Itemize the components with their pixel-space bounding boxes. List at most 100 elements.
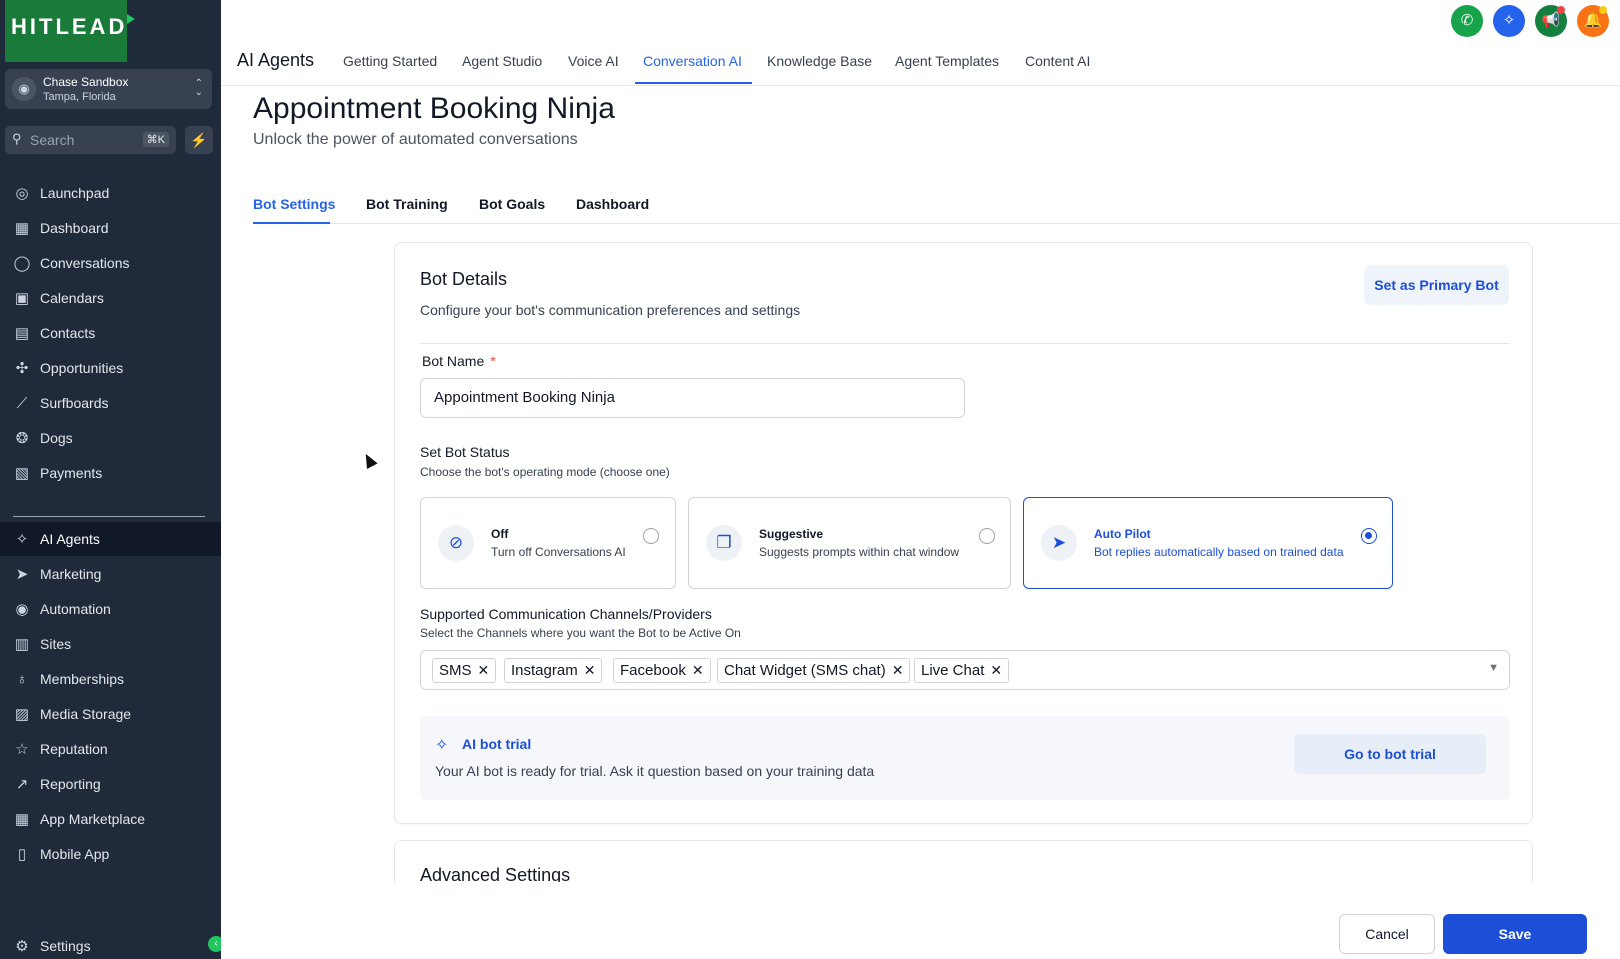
sidebar-item-dogs[interactable]: ❂ Dogs [0, 421, 221, 455]
ai-bot-trial-panel: ✧ AI bot trial Your AI bot is ready for … [420, 716, 1510, 800]
tab-bot-settings[interactable]: Bot Settings [253, 196, 335, 212]
automation-icon: ◉ [15, 601, 29, 618]
sidebar-item-app-marketplace[interactable]: ▦ App Marketplace [0, 802, 221, 836]
chart-icon: ↗ [15, 776, 29, 793]
sidebar-item-memberships[interactable]: ♁ Memberships [0, 662, 221, 696]
dog-icon: ❂ [15, 430, 29, 447]
bot-status-help: Choose the bot's operating mode (choose … [420, 465, 670, 479]
sites-icon: ▥ [14, 636, 30, 653]
sidebar-item-reputation[interactable]: ☆ Reputation [0, 732, 221, 766]
channel-chip-chat-widget: Chat Widget (SMS chat) ✕ [717, 658, 911, 683]
bot-name-label: Bot Name * [422, 353, 496, 369]
chevron-down-icon[interactable]: ▼ [1488, 662, 1499, 674]
sidebar-item-conversations[interactable]: ◯ Conversations [0, 246, 221, 280]
sidebar-item-launchpad[interactable]: ◎ Launchpad [0, 176, 221, 210]
sidebar-item-ai-agents[interactable]: ✧ AI Agents [0, 522, 221, 556]
sidebar-item-media-storage[interactable]: ▨ Media Storage [0, 697, 221, 731]
contacts-icon: ▤ [14, 325, 30, 342]
tab-knowledge-base[interactable]: Knowledge Base [767, 53, 872, 69]
option-description: Turn off Conversations AI [491, 545, 626, 559]
search-shortcut: ⌘K [142, 132, 169, 147]
channel-chip-sms: SMS ✕ [432, 658, 497, 683]
save-button[interactable]: Save [1443, 914, 1587, 954]
account-switcher[interactable]: ◉ Chase Sandbox Tampa, Florida ⌃ ⌄ [5, 69, 212, 109]
trial-title: AI bot trial [462, 736, 532, 752]
quick-action-bolt-icon[interactable]: ⚡ [185, 126, 213, 154]
sidebar-item-payments[interactable]: ▧ Payments [0, 456, 221, 490]
sidebar-item-automation[interactable]: ◉ Automation [0, 592, 221, 626]
tab-agent-templates[interactable]: Agent Templates [895, 53, 999, 69]
go-to-bot-trial-button[interactable]: Go to bot trial [1294, 734, 1486, 774]
image-icon: ▨ [14, 706, 30, 723]
chevron-updown-icon: ⌃ ⌄ [194, 78, 203, 98]
ai-sparkle-icon[interactable]: ✧ [1493, 5, 1525, 37]
set-primary-bot-button[interactable]: Set as Primary Bot [1364, 265, 1509, 305]
remove-chip-icon[interactable]: ✕ [692, 662, 704, 678]
radio-auto-pilot[interactable] [1361, 528, 1377, 544]
tab-content-ai[interactable]: Content AI [1025, 53, 1090, 69]
channel-chip-facebook: Facebook ✕ [613, 658, 711, 683]
remove-chip-icon[interactable]: ✕ [584, 662, 596, 678]
sidebar-item-sites[interactable]: ▥ Sites [0, 627, 221, 661]
required-marker: * [490, 353, 496, 369]
remove-chip-icon[interactable]: ✕ [478, 662, 490, 678]
star-icon: ☆ [15, 741, 29, 758]
page-subtitle: Unlock the power of automated conversati… [253, 131, 578, 148]
tab-dashboard[interactable]: Dashboard [576, 196, 649, 212]
sparkle-icon: ✧ [435, 737, 449, 754]
sidebar-item-dashboard[interactable]: ▦ Dashboard [0, 211, 221, 245]
cancel-button[interactable]: Cancel [1339, 914, 1435, 954]
option-title: Suggestive [759, 527, 824, 541]
bot-name-input[interactable]: Appointment Booking Ninja [420, 378, 965, 418]
collapse-sidebar-icon[interactable]: ‹ [208, 936, 221, 952]
radio-suggestive[interactable] [979, 528, 995, 544]
mobile-icon: ▯ [17, 846, 27, 863]
top-bar: AI Agents Getting Started Agent Studio V… [221, 0, 1620, 86]
search-input[interactable]: ⚲ Search ⌘K [5, 126, 176, 154]
account-location: Tampa, Florida [43, 91, 116, 103]
sidebar-item-mobile-app[interactable]: ▯ Mobile App [0, 837, 221, 871]
option-title: Off [491, 527, 509, 541]
active-tab-indicator [635, 82, 752, 84]
sidebar-item-opportunities[interactable]: ✣ Opportunities [0, 351, 221, 385]
sparkle-icon: ✧ [15, 531, 29, 548]
chat-icon: ◯ [13, 255, 31, 272]
sidebar-item-calendars[interactable]: ▣ Calendars [0, 281, 221, 315]
remove-chip-icon[interactable]: ✕ [990, 662, 1002, 678]
status-option-suggestive[interactable]: ❐ Suggestive Suggests prompts within cha… [688, 497, 1011, 589]
sidebar: HITLEAD ◉ Chase Sandbox Tampa, Florida ⌃… [0, 0, 221, 959]
tab-voice-ai[interactable]: Voice AI [568, 53, 619, 69]
bell-icon[interactable]: 🔔 [1577, 5, 1609, 37]
sidebar-item-reporting[interactable]: ↗ Reporting [0, 767, 221, 801]
sidebar-item-marketing[interactable]: ➤ Marketing [0, 557, 221, 591]
launchpad-icon: ◎ [15, 185, 29, 202]
bot-status-label: Set Bot Status [420, 444, 510, 460]
remove-chip-icon[interactable]: ✕ [892, 662, 904, 678]
tab-agent-studio[interactable]: Agent Studio [462, 53, 542, 69]
radio-off[interactable] [643, 528, 659, 544]
bot-off-icon: ⊘ [438, 525, 474, 561]
grid-icon: ▦ [14, 220, 30, 237]
tab-bot-training[interactable]: Bot Training [366, 196, 448, 212]
sidebar-item-settings[interactable]: ⚙ Settings [0, 929, 221, 959]
action-footer: Cancel Save [221, 882, 1620, 959]
membership-icon: ♁ [16, 670, 28, 688]
sidebar-item-contacts[interactable]: ▤ Contacts [0, 316, 221, 350]
sidebar-item-surfboards[interactable]: ⟋ Surfboards [0, 386, 221, 420]
gear-icon: ⚙ [15, 938, 29, 955]
app-title: AI Agents [237, 50, 315, 70]
megaphone-icon[interactable]: 📢 [1535, 5, 1567, 37]
channels-help: Select the Channels where you want the B… [420, 626, 741, 640]
status-option-auto-pilot[interactable]: ➤ Auto Pilot Bot replies automatically b… [1023, 497, 1393, 589]
phone-icon[interactable]: ✆ [1451, 5, 1483, 37]
option-description: Suggests prompts within chat window [759, 545, 960, 559]
account-name: Chase Sandbox [43, 75, 129, 89]
trial-description: Your AI bot is ready for trial. Ask it q… [435, 763, 875, 779]
tab-conversation-ai[interactable]: Conversation AI [643, 53, 742, 69]
status-option-off[interactable]: ⊘ Off Turn off Conversations AI [420, 497, 676, 589]
brand-logo[interactable]: HITLEAD [5, 0, 135, 62]
channels-multiselect[interactable]: SMS ✕ Instagram ✕ Facebook ✕ Chat Widget (S… [420, 650, 1510, 690]
tab-bot-goals[interactable]: Bot Goals [479, 196, 545, 212]
apps-icon: ▦ [14, 811, 30, 828]
tab-getting-started[interactable]: Getting Started [343, 53, 437, 69]
